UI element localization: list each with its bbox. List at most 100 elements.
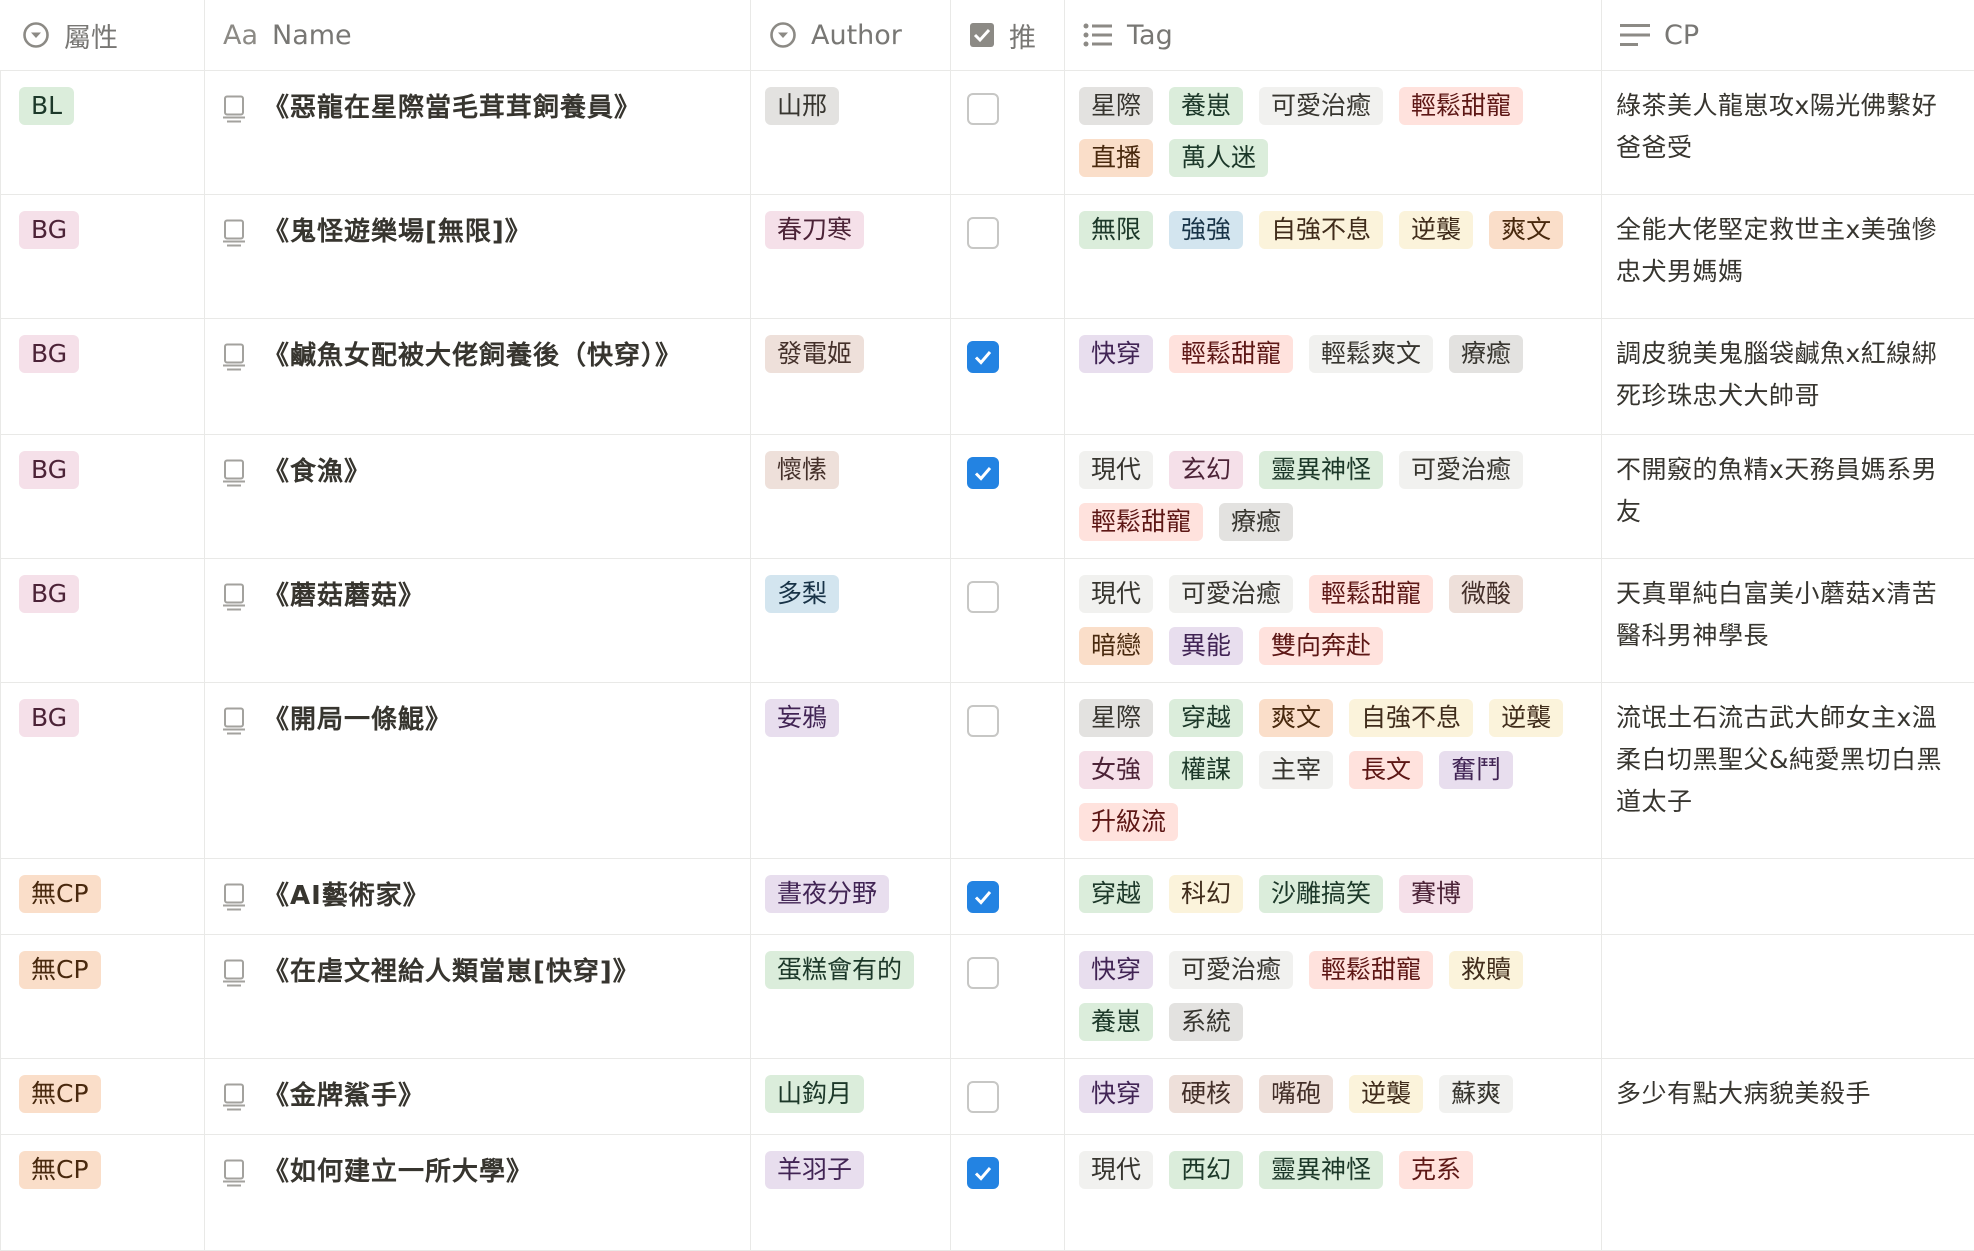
column-header-rec[interactable]: 推 (951, 0, 1065, 70)
page-link[interactable]: 《蘑菇蘑菇》 (219, 575, 738, 615)
rec-checkbox[interactable] (967, 881, 999, 913)
author-cell[interactable]: 山鈎月 (751, 1059, 951, 1134)
tag-cell[interactable]: 無限 強強 自強不息 逆襲 爽文 (1065, 195, 1602, 318)
name-cell[interactable]: 《AI藝術家》 (205, 859, 751, 934)
column-header-author[interactable]: Author (751, 0, 951, 70)
tag-pill: 賽博 (1399, 875, 1474, 913)
page-link[interactable]: 《鹹魚女配被大佬飼養後（快穿）》 (219, 335, 738, 375)
attr-tag: BG (19, 211, 80, 249)
attr-cell[interactable]: BG (0, 683, 205, 858)
rec-checkbox[interactable] (967, 341, 999, 373)
tag-cell[interactable]: 現代 西幻 靈異神怪 克系 (1065, 1135, 1602, 1250)
table-row[interactable]: BG 《鬼怪遊樂場[無限]》 春刀寒 無限 強強 自強不息 逆襲 爽文 全能大佬堅定救世主x美強… (0, 195, 1974, 319)
author-cell[interactable]: 蛋糕會有的 (751, 935, 951, 1058)
cp-cell[interactable]: 調皮貌美鬼腦袋鹹魚x紅線綁死珍珠忠犬大帥哥 (1602, 319, 1974, 434)
name-cell[interactable]: 《蘑菇蘑菇》 (205, 559, 751, 682)
cp-cell[interactable] (1602, 859, 1974, 934)
attr-cell[interactable]: 無CP (0, 1135, 205, 1250)
name-cell[interactable]: 《在虐文裡給人類當崽[快穿]》 (205, 935, 751, 1058)
cp-cell[interactable]: 多少有點大病貌美殺手 (1602, 1059, 1974, 1134)
cp-cell[interactable]: 全能大佬堅定救世主x美強慘忠犬男媽媽 (1602, 195, 1974, 318)
page-title: 《鬼怪遊樂場[無限]》 (263, 217, 532, 247)
cp-cell[interactable]: 流氓土石流古武大師女主x溫柔白切黑聖父&純愛黑切白黑道太子 (1602, 683, 1974, 858)
table-row[interactable]: BG 《蘑菇蘑菇》 多梨 現代 可愛治癒 輕鬆甜寵 微酸 暗戀 異能 雙向奔赴 天真單純白富美小蘑菇… (0, 559, 1974, 683)
author-cell[interactable]: 妄鴉 (751, 683, 951, 858)
rec-checkbox[interactable] (967, 581, 999, 613)
attr-tag: 無CP (19, 951, 101, 989)
author-cell[interactable]: 春刀寒 (751, 195, 951, 318)
author-cell[interactable]: 羊羽子 (751, 1135, 951, 1250)
page-link[interactable]: 《開局一條鯤》 (219, 699, 738, 739)
page-link[interactable]: 《食漁》 (219, 451, 738, 491)
column-header-tag[interactable]: Tag (1065, 0, 1602, 70)
cp-cell[interactable] (1602, 1135, 1974, 1250)
cp-cell[interactable]: 綠茶美人龍崽攻x陽光佛繫好爸爸受 (1602, 71, 1974, 194)
attr-cell[interactable]: BL (0, 71, 205, 194)
tag-pill: 科幻 (1169, 875, 1244, 913)
author-cell[interactable]: 懷愫 (751, 435, 951, 558)
column-header-attr[interactable]: 屬性 (0, 0, 205, 70)
table-row[interactable]: BL 《惡龍在星際當毛茸茸飼養員》 山邢 星際 養崽 可愛治癒 輕鬆甜寵 直播 萬人迷 綠茶美人龍… (0, 71, 1974, 195)
name-cell[interactable]: 《開局一條鯤》 (205, 683, 751, 858)
tag-cell[interactable]: 現代 玄幻 靈異神怪 可愛治癒 輕鬆甜寵 療癒 (1065, 435, 1602, 558)
rec-checkbox[interactable] (967, 93, 999, 125)
rec-checkbox[interactable] (967, 217, 999, 249)
author-cell[interactable]: 晝夜分野 (751, 859, 951, 934)
tag-cell[interactable]: 星際 穿越 爽文 自強不息 逆襲 女強 權謀 主宰 長文 奮鬥 升級流 (1065, 683, 1602, 858)
page-link[interactable]: 《在虐文裡給人類當崽[快穿]》 (219, 951, 738, 991)
tag-cell[interactable]: 星際 養崽 可愛治癒 輕鬆甜寵 直播 萬人迷 (1065, 71, 1602, 194)
table-row[interactable]: BG 《鹹魚女配被大佬飼養後（快穿）》 發電姬 快穿 輕鬆甜寵 輕鬆爽文 療癒 調皮貌美鬼腦袋… (0, 319, 1974, 435)
page-link[interactable]: 《金牌鯊手》 (219, 1075, 738, 1115)
tag-pill: 自強不息 (1349, 699, 1474, 737)
table-row[interactable]: BG 《開局一條鯤》 妄鴉 星際 穿越 爽文 自強不息 逆襲 女強 權謀 主宰 長文 奮鬥 升級流 流氓土石… (0, 683, 1974, 859)
page-link[interactable]: 《鬼怪遊樂場[無限]》 (219, 211, 738, 251)
column-header-label: 屬性 (64, 22, 118, 54)
tag-pill: 可愛治癒 (1169, 575, 1294, 613)
author-cell[interactable]: 發電姬 (751, 319, 951, 434)
tag-cell[interactable]: 現代 可愛治癒 輕鬆甜寵 微酸 暗戀 異能 雙向奔赴 (1065, 559, 1602, 682)
tag-cell[interactable]: 快穿 可愛治癒 輕鬆甜寵 救贖 養崽 系統 (1065, 935, 1602, 1058)
page-link[interactable]: 《如何建立一所大學》 (219, 1151, 738, 1191)
tag-pill: 硬核 (1169, 1075, 1244, 1113)
rec-cell (951, 1135, 1065, 1250)
cp-cell[interactable]: 天真單純白富美小蘑菇x清苦醫科男神學長 (1602, 559, 1974, 682)
rec-checkbox[interactable] (967, 1157, 999, 1189)
name-cell[interactable]: 《鬼怪遊樂場[無限]》 (205, 195, 751, 318)
column-header-name[interactable]: Aa Name (205, 0, 751, 70)
attr-cell[interactable]: BG (0, 559, 205, 682)
tag-cell[interactable]: 快穿 硬核 嘴砲 逆襲 蘇爽 (1065, 1059, 1602, 1134)
page-link[interactable]: 《惡龍在星際當毛茸茸飼養員》 (219, 87, 738, 127)
name-cell[interactable]: 《如何建立一所大學》 (205, 1135, 751, 1250)
name-cell[interactable]: 《鹹魚女配被大佬飼養後（快穿）》 (205, 319, 751, 434)
tag-cell[interactable]: 穿越 科幻 沙雕搞笑 賽博 (1065, 859, 1602, 934)
table-row[interactable]: 無CP 《在虐文裡給人類當崽[快穿]》 蛋糕會有的 快穿 可愛治癒 輕鬆甜寵 救贖 養崽 系統 (0, 935, 1974, 1059)
tag-cell[interactable]: 快穿 輕鬆甜寵 輕鬆爽文 療癒 (1065, 319, 1602, 434)
attr-cell[interactable]: BG (0, 435, 205, 558)
rec-checkbox[interactable] (967, 457, 999, 489)
name-cell[interactable]: 《惡龍在星際當毛茸茸飼養員》 (205, 71, 751, 194)
table-row[interactable]: 無CP 《如何建立一所大學》 羊羽子 現代 西幻 靈異神怪 克系 (0, 1135, 1974, 1251)
attr-cell[interactable]: BG (0, 319, 205, 434)
cp-cell[interactable]: 不開竅的魚精x天務員媽系男友 (1602, 435, 1974, 558)
tag-pill: 現代 (1079, 451, 1154, 489)
name-cell[interactable]: 《食漁》 (205, 435, 751, 558)
author-cell[interactable]: 山邢 (751, 71, 951, 194)
table-body: BL 《惡龍在星際當毛茸茸飼養員》 山邢 星際 養崽 可愛治癒 輕鬆甜寵 直播 萬人迷 綠茶美人龍… (0, 71, 1974, 1251)
rec-cell (951, 1059, 1065, 1134)
page-link[interactable]: 《AI藝術家》 (219, 875, 738, 915)
attr-cell[interactable]: 無CP (0, 935, 205, 1058)
attr-cell[interactable]: BG (0, 195, 205, 318)
column-header-cp[interactable]: CP (1602, 0, 1974, 70)
attr-cell[interactable]: 無CP (0, 859, 205, 934)
rec-checkbox[interactable] (967, 1081, 999, 1113)
table-row[interactable]: 無CP 《AI藝術家》 晝夜分野 穿越 科幻 沙雕搞笑 賽博 (0, 859, 1974, 935)
table-row[interactable]: BG 《食漁》 懷愫 現代 玄幻 靈異神怪 可愛治癒 輕鬆甜寵 療癒 不開竅的魚精x天務員媽系男友 (0, 435, 1974, 559)
attr-cell[interactable]: 無CP (0, 1059, 205, 1134)
cp-cell[interactable] (1602, 935, 1974, 1058)
table-row[interactable]: 無CP 《金牌鯊手》 山鈎月 快穿 硬核 嘴砲 逆襲 蘇爽 多少有點大病貌美殺手 (0, 1059, 1974, 1135)
name-cell[interactable]: 《金牌鯊手》 (205, 1059, 751, 1134)
author-tag: 妄鴉 (765, 699, 840, 737)
author-cell[interactable]: 多梨 (751, 559, 951, 682)
rec-checkbox[interactable] (967, 957, 999, 989)
rec-checkbox[interactable] (967, 705, 999, 737)
